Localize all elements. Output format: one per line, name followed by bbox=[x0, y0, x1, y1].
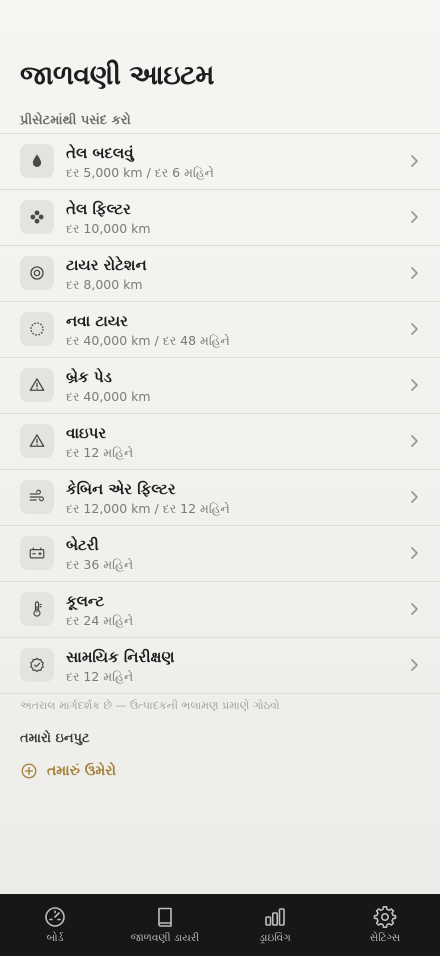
section-label-presets: પ્રીસેટમાંથી પસંદ કરો bbox=[20, 113, 131, 128]
chevron-right-icon bbox=[411, 211, 418, 223]
battery-icon bbox=[20, 536, 54, 570]
list-item-cabin-air-filter[interactable]: કેબિન એર ફિલ્ટર દર 12,000 km / દર 12 મહિ… bbox=[0, 470, 440, 526]
list-item-subtitle: દર 5,000 km / દર 6 મહિને bbox=[66, 165, 214, 180]
preset-list: તેલ બદલવું દર 5,000 km / દર 6 મહિને તેલ … bbox=[0, 133, 440, 694]
chevron-right-icon bbox=[411, 659, 418, 671]
list-item-subtitle: દર 36 મહિને bbox=[66, 557, 134, 572]
add-custom-label: તમારું ઉમેરો bbox=[47, 763, 116, 779]
drop-icon bbox=[20, 144, 54, 178]
list-item-title: વાઇપર bbox=[66, 424, 107, 442]
chevron-right-icon bbox=[411, 379, 418, 391]
chevron-right-icon bbox=[411, 547, 418, 559]
list-item-subtitle: દર 12,000 km / દર 12 મહિને bbox=[66, 501, 230, 516]
tab-maintenance-diary[interactable]: જાળવણી ડાયરી bbox=[110, 894, 220, 956]
plus-circle-icon bbox=[21, 763, 37, 779]
list-item-new-tires[interactable]: નવા ટાયર દર 40,000 km / દર 48 મહિને bbox=[0, 302, 440, 358]
list-item-title: બેટરી bbox=[66, 536, 99, 554]
list-item-title: કેબિન એર ફિલ્ટર bbox=[66, 480, 176, 498]
list-item-subtitle: દર 40,000 km / દર 48 મહિને bbox=[66, 333, 230, 348]
list-item-subtitle: દર 8,000 km bbox=[66, 277, 143, 292]
wind-icon bbox=[20, 480, 54, 514]
list-item-subtitle: દર 12 મહિને bbox=[66, 669, 134, 684]
page-title: જાળવણી આઇટમ bbox=[20, 60, 214, 91]
interval-footnote: અંતરાલ માર્ગદર્શક છે — ઉત્પાદકની ભલામણ પ… bbox=[20, 699, 280, 712]
tab-label: ડ્રાઇવિંગ bbox=[259, 932, 291, 944]
list-item-subtitle: દર 24 મહિને bbox=[66, 613, 134, 628]
chevron-right-icon bbox=[411, 155, 418, 167]
chevron-right-icon bbox=[411, 323, 418, 335]
list-item-title: સામયિક નિરીક્ષણ bbox=[66, 648, 175, 666]
warning-triangle-icon bbox=[20, 424, 54, 458]
tab-settings[interactable]: સેટિંગ્સ bbox=[330, 894, 440, 956]
list-item-title: તેલ ફિલ્ટર bbox=[66, 200, 131, 218]
list-item-coolant[interactable]: કૂલન્ટ દર 24 મહિને bbox=[0, 582, 440, 638]
list-item-title: તેલ બદલવું bbox=[66, 144, 134, 162]
thermometer-icon bbox=[20, 592, 54, 626]
chevron-right-icon bbox=[411, 491, 418, 503]
tab-bar: બોર્ડ જાળવણી ડાયરી ડ્રાઇવિંગ સેટિંગ્સ bbox=[0, 894, 440, 956]
tab-board[interactable]: બોર્ડ bbox=[0, 894, 110, 956]
list-item-oil-change[interactable]: તેલ બદલવું દર 5,000 km / દર 6 મહિને bbox=[0, 134, 440, 190]
list-item-subtitle: દર 40,000 km bbox=[66, 389, 151, 404]
add-custom-button[interactable]: તમારું ઉમેરો bbox=[20, 762, 116, 780]
list-item-title: કૂલન્ટ bbox=[66, 592, 105, 610]
list-item-subtitle: દર 12 મહિને bbox=[66, 445, 134, 460]
tire-icon bbox=[20, 312, 54, 346]
tab-label: બોર્ડ bbox=[46, 932, 64, 944]
list-item-title: નવા ટાયર bbox=[66, 312, 128, 330]
list-item-oil-filter[interactable]: તેલ ફિલ્ટર દર 10,000 km bbox=[0, 190, 440, 246]
tab-driving[interactable]: ડ્રાઇવિંગ bbox=[220, 894, 330, 956]
gear-icon bbox=[373, 906, 397, 928]
chevron-right-icon bbox=[411, 435, 418, 447]
list-item-wipers[interactable]: વાઇપર દર 12 મહિને bbox=[0, 414, 440, 470]
tire-rotation-icon bbox=[20, 256, 54, 290]
book-icon bbox=[158, 907, 172, 927]
section-label-your-input: તમારો ઇનપુટ bbox=[20, 731, 90, 746]
bars-icon bbox=[265, 908, 285, 926]
warning-triangle-icon bbox=[20, 368, 54, 402]
list-item-title: ટાયર રોટેશન bbox=[66, 256, 147, 274]
list-item-tire-rotation[interactable]: ટાયર રોટેશન દર 8,000 km bbox=[0, 246, 440, 302]
chevron-right-icon bbox=[411, 267, 418, 279]
list-item-periodic-inspection[interactable]: સામયિક નિરીક્ષણ દર 12 મહિને bbox=[0, 638, 440, 694]
list-item-subtitle: દર 10,000 km bbox=[66, 221, 151, 236]
list-item-battery[interactable]: બેટરી દર 36 મહિને bbox=[0, 526, 440, 582]
tab-label: સેટિંગ્સ bbox=[369, 932, 401, 944]
list-item-title: બ્રેક પેડ bbox=[66, 368, 112, 386]
chevron-right-icon bbox=[411, 603, 418, 615]
check-badge-icon bbox=[20, 648, 54, 682]
gauge-icon bbox=[45, 907, 65, 927]
filter-icon bbox=[20, 200, 54, 234]
tab-label: જાળવણી ડાયરી bbox=[130, 932, 200, 944]
list-item-brake-pads[interactable]: બ્રેક પેડ દર 40,000 km bbox=[0, 358, 440, 414]
